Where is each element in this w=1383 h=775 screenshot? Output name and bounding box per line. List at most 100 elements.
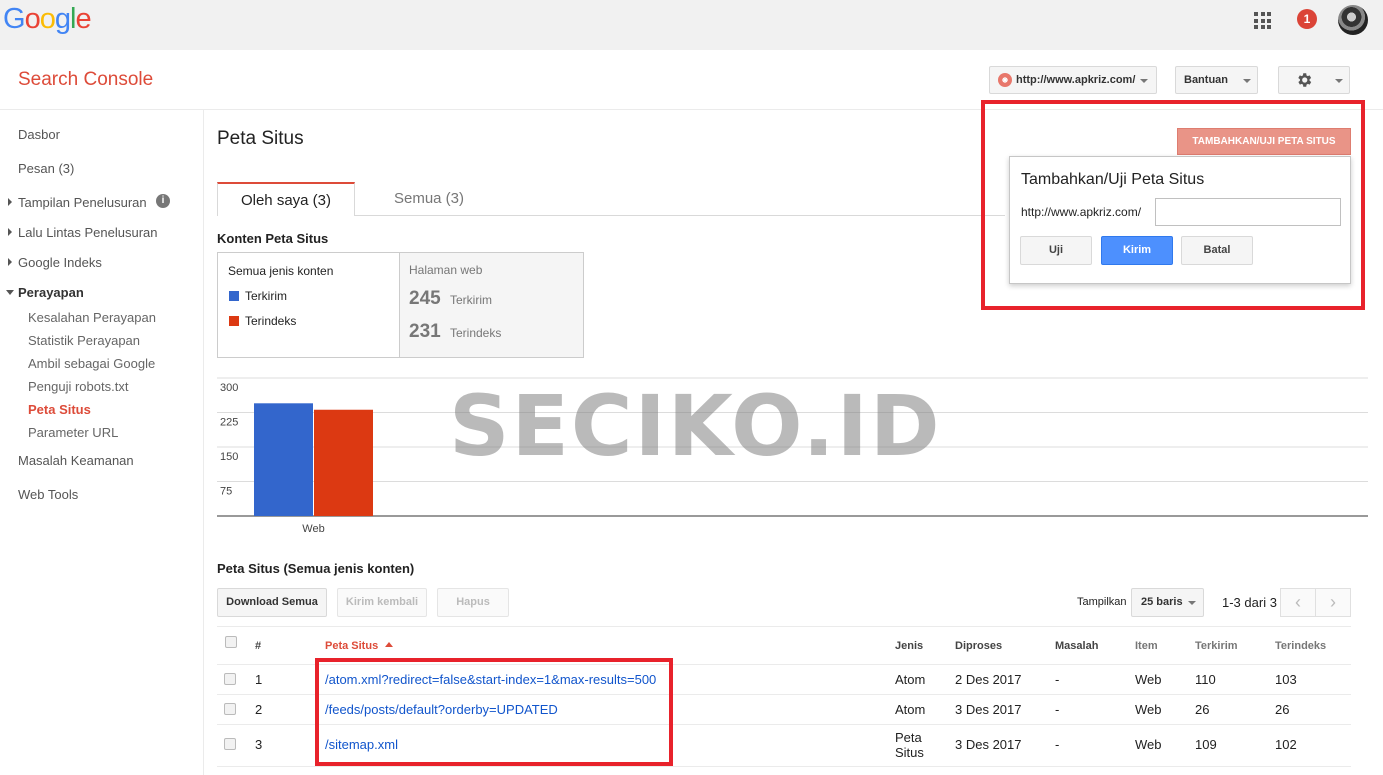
next-page-button[interactable]: › — [1315, 588, 1351, 617]
web-pages-summary[interactable]: Halaman web 245 Terkirim 231 Terindeks — [399, 252, 584, 358]
row-type: Atom — [895, 672, 926, 687]
annotation-box-sitemaps — [315, 658, 673, 766]
chevron-down-icon — [1335, 79, 1343, 83]
column-header-submitted[interactable]: Terkirim — [1195, 640, 1238, 652]
logo-letter: g — [54, 3, 71, 35]
chevron-down-icon — [1188, 601, 1196, 605]
sidebar-item-url-parameters[interactable]: Parameter URL — [28, 425, 118, 440]
gear-icon — [1298, 73, 1312, 87]
x-tick-label: Web — [302, 523, 324, 535]
google-logo[interactable]: Google — [3, 3, 92, 36]
column-header-type[interactable]: Jenis — [895, 640, 923, 652]
row-num: 1 — [255, 672, 263, 687]
info-icon[interactable]: i — [156, 194, 170, 208]
sidebar-item-crawl-stats[interactable]: Statistik Perayapan — [28, 333, 140, 348]
watermark: SECIKO.ID — [449, 377, 942, 475]
legend-label-indexed: Terindeks — [245, 314, 297, 328]
collapse-arrow-icon[interactable] — [6, 290, 14, 295]
row-issues: - — [1055, 737, 1060, 752]
sidebar-item-dashboard[interactable]: Dasbor — [18, 127, 60, 142]
row-type: Atom — [895, 702, 926, 717]
sidebar-item-fetch-as-google[interactable]: Ambil sebagai Google — [28, 356, 155, 371]
row-issues: - — [1055, 672, 1060, 687]
site-favicon-icon — [998, 73, 1012, 87]
annotation-box-dialog — [981, 100, 1365, 310]
sidebar-item-search-traffic[interactable]: Lalu Lintas Penelusuran — [18, 225, 158, 240]
page-title: Peta Situs — [217, 128, 304, 149]
chevron-down-icon — [1243, 79, 1251, 83]
logo-letter: o — [39, 3, 56, 35]
help-label: Bantuan — [1184, 74, 1228, 86]
table-top-border — [217, 626, 1351, 627]
sidebar-item-messages[interactable]: Pesan (3) — [18, 161, 74, 176]
row-divider — [217, 766, 1351, 767]
row-type: Peta — [895, 730, 922, 745]
sidebar-item-security-issues[interactable]: Masalah Keamanan — [18, 453, 134, 468]
row-item: Web — [1135, 672, 1162, 687]
column-header-indexed[interactable]: Terindeks — [1275, 640, 1326, 652]
sidebar-item-web-tools[interactable]: Web Tools — [18, 487, 78, 502]
sidebar-item-sitemaps[interactable]: Peta Situs — [28, 402, 91, 417]
rows-per-page-value: 25 baris — [1141, 596, 1183, 608]
sidebar-item-robots-tester[interactable]: Penguji robots.txt — [28, 379, 128, 394]
sidebar: Dasbor Pesan (3) Tampilan Penelusuran i … — [0, 110, 204, 775]
row-indexed: 26 — [1275, 702, 1290, 717]
sidebar-item-crawl[interactable]: Perayapan — [18, 285, 84, 300]
content-type-selector[interactable]: Semua jenis konten Terkirim Terindeks — [217, 252, 399, 358]
help-button[interactable]: Bantuan — [1175, 66, 1258, 94]
legend-label-submitted: Terkirim — [245, 289, 287, 303]
column-header-sitemap[interactable]: Peta Situs — [325, 640, 394, 652]
avatar[interactable] — [1338, 5, 1368, 35]
sidebar-item-search-appearance[interactable]: Tampilan Penelusuran — [18, 195, 147, 210]
row-checkbox[interactable] — [224, 738, 236, 750]
y-tick-label: 150 — [220, 451, 238, 463]
column-header-sitemap-label: Peta Situs — [325, 640, 379, 652]
tab-all[interactable]: Semua (3) — [356, 182, 502, 216]
bar-terkirim — [254, 403, 313, 516]
app-title[interactable]: Search Console — [18, 69, 153, 91]
expand-arrow-icon[interactable] — [8, 198, 12, 206]
submitted-count: 245 — [409, 288, 441, 309]
content-type-heading: Semua jenis konten — [228, 264, 334, 278]
row-item: Web — [1135, 737, 1162, 752]
delete-button[interactable]: Hapus — [437, 588, 509, 617]
tab-underline — [355, 215, 1005, 216]
sort-ascending-icon — [385, 642, 394, 647]
tab-by-me[interactable]: Oleh saya (3) — [217, 182, 355, 216]
expand-arrow-icon[interactable] — [8, 228, 12, 236]
row-num: 3 — [255, 737, 263, 752]
logo-letter: o — [24, 3, 41, 35]
rows-per-page-select[interactable]: 25 baris — [1131, 588, 1204, 617]
row-item: Web — [1135, 702, 1162, 717]
column-header-processed[interactable]: Diproses — [955, 640, 1002, 652]
apps-grid-icon[interactable] — [1254, 12, 1271, 29]
download-all-button[interactable]: Download Semua — [217, 588, 327, 617]
row-submitted: 26 — [1195, 702, 1210, 717]
column-header-item[interactable]: Item — [1135, 640, 1158, 652]
row-type-line2: Situs — [895, 745, 924, 760]
bar-terindeks — [314, 409, 373, 516]
column-header-issues[interactable]: Masalah — [1055, 640, 1098, 652]
settings-button[interactable] — [1278, 66, 1350, 94]
legend-swatch-indexed — [229, 316, 239, 326]
row-checkbox[interactable] — [224, 703, 236, 715]
chevron-down-icon — [1140, 79, 1148, 83]
site-selector[interactable]: http://www.apkriz.com/ — [989, 66, 1157, 94]
indexed-count-label: Terindeks — [450, 326, 502, 340]
row-issues: - — [1055, 702, 1060, 717]
notification-badge[interactable]: 1 — [1297, 9, 1317, 29]
select-all-checkbox[interactable] — [225, 636, 237, 648]
sidebar-item-google-index[interactable]: Google Indeks — [18, 255, 102, 270]
sitemaps-section-title: Peta Situs (Semua jenis konten) — [217, 561, 415, 576]
row-processed: 3 Des 2017 — [955, 737, 1022, 752]
row-checkbox[interactable] — [224, 673, 236, 685]
row-submitted: 110 — [1195, 672, 1216, 687]
previous-page-button[interactable]: ‹ — [1280, 588, 1316, 617]
logo-letter: G — [3, 3, 26, 35]
sidebar-item-crawl-errors[interactable]: Kesalahan Perayapan — [28, 310, 156, 325]
web-pages-heading: Halaman web — [409, 263, 483, 277]
row-processed: 3 Des 2017 — [955, 702, 1022, 717]
expand-arrow-icon[interactable] — [8, 258, 12, 266]
row-indexed: 102 — [1275, 737, 1297, 752]
resubmit-button[interactable]: Kirim kembali — [337, 588, 427, 617]
